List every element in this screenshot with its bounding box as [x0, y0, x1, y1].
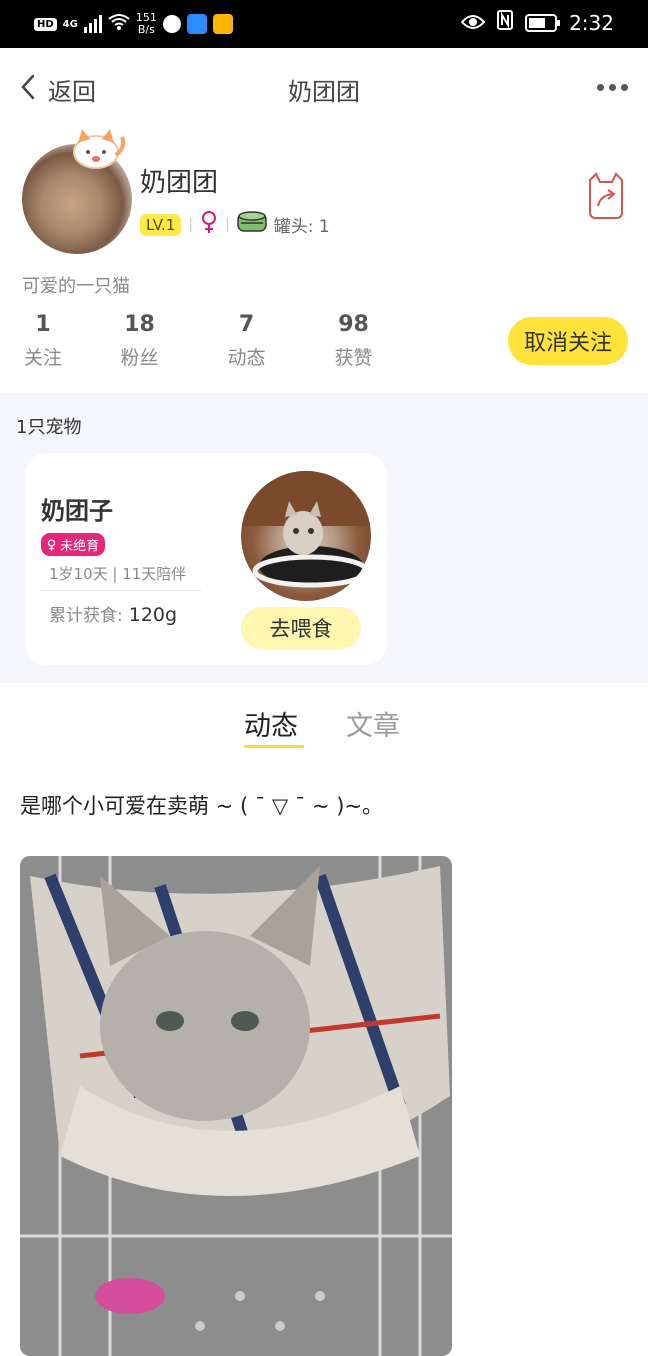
stats-row: 1 关注 18 粉丝 7 动态 98 获赞 — [0, 312, 460, 370]
page-title: 奶团团 — [288, 78, 360, 106]
bio: 可爱的一只猫 — [22, 276, 130, 297]
speed-unit: B/s — [137, 23, 155, 36]
share-icon[interactable] — [586, 172, 626, 220]
feed-button[interactable]: 去喂食 — [241, 607, 361, 649]
battery-icon — [525, 13, 561, 32]
divider — [41, 590, 201, 591]
stat-posts[interactable]: 7 动态 — [193, 312, 300, 370]
stat-num: 98 — [338, 312, 369, 337]
pet-section: 1只宠物 奶团子 未绝育 1岁10天 | 11天陪伴 累计获食: 120g 去喂食 — [0, 393, 648, 683]
hd-icon: HD — [34, 17, 57, 31]
pet-age: 1岁10天 | 11天陪伴 — [49, 565, 187, 583]
pet-photo[interactable] — [241, 471, 371, 601]
stat-label: 粉丝 — [120, 347, 159, 369]
username: 奶团团 — [140, 168, 219, 198]
female-icon — [47, 539, 56, 551]
tab-posts[interactable]: 动态 — [244, 704, 298, 743]
divider: | — [188, 216, 194, 233]
wifi-icon — [108, 13, 130, 35]
content-tabs: 动态 文章 — [0, 690, 648, 760]
can-icon — [237, 211, 267, 238]
neuter-status-badge: 未绝育 — [41, 533, 106, 556]
divider: | — [225, 216, 230, 233]
app-blue-icon — [186, 14, 207, 34]
badge-row: LV.1 | | 罐头: 1 — [140, 210, 330, 239]
stat-num: 7 — [238, 312, 255, 337]
fed-label: 累计获食: — [49, 606, 123, 626]
clock: 2:32 — [569, 10, 614, 35]
nfc-icon — [497, 10, 514, 35]
stat-following[interactable]: 1 关注 — [0, 312, 86, 370]
hand-icon — [162, 15, 181, 33]
status-bar: HD 4G 151 B/s 2:32 — [0, 0, 648, 48]
stat-num: 18 — [124, 312, 155, 337]
post-image[interactable] — [20, 856, 452, 1356]
female-icon — [200, 210, 218, 239]
stat-label: 动态 — [227, 347, 266, 369]
pet-card[interactable]: 奶团子 未绝育 1岁10天 | 11天陪伴 累计获食: 120g 去喂食 — [25, 453, 387, 665]
cans-count: 罐头: 1 — [273, 217, 330, 237]
stat-num: 1 — [35, 312, 51, 337]
stat-followers[interactable]: 18 粉丝 — [86, 312, 193, 370]
stat-label: 关注 — [23, 347, 62, 369]
pet-tag-label: 未绝育 — [60, 539, 100, 554]
pet-fed: 累计获食: 120g — [49, 601, 177, 626]
cat-sticker-icon — [70, 125, 126, 171]
nav-bar: 返回 奶团团 — [0, 48, 648, 128]
eye-icon — [460, 11, 486, 35]
app-yellow-icon — [212, 14, 233, 34]
stat-likes[interactable]: 98 获赞 — [300, 312, 407, 370]
signal-icon — [83, 15, 102, 33]
fed-value: 120g — [128, 604, 178, 626]
pet-count: 1只宠物 — [16, 417, 82, 438]
unfollow-button[interactable]: 取消关注 — [508, 317, 628, 365]
tab-indicator — [244, 745, 304, 748]
more-icon[interactable] — [597, 84, 628, 91]
network-label: 4G — [62, 18, 78, 30]
pet-name: 奶团子 — [41, 497, 113, 525]
post-text: 是哪个小可爱在卖萌 ~ ( ¯ ▽ ¯ ~ )~。 — [20, 794, 384, 818]
tab-articles[interactable]: 文章 — [346, 704, 400, 743]
stat-label: 获赞 — [334, 347, 373, 369]
level-badge: LV.1 — [140, 213, 182, 236]
speed-indicator: 151 B/s — [136, 12, 157, 36]
